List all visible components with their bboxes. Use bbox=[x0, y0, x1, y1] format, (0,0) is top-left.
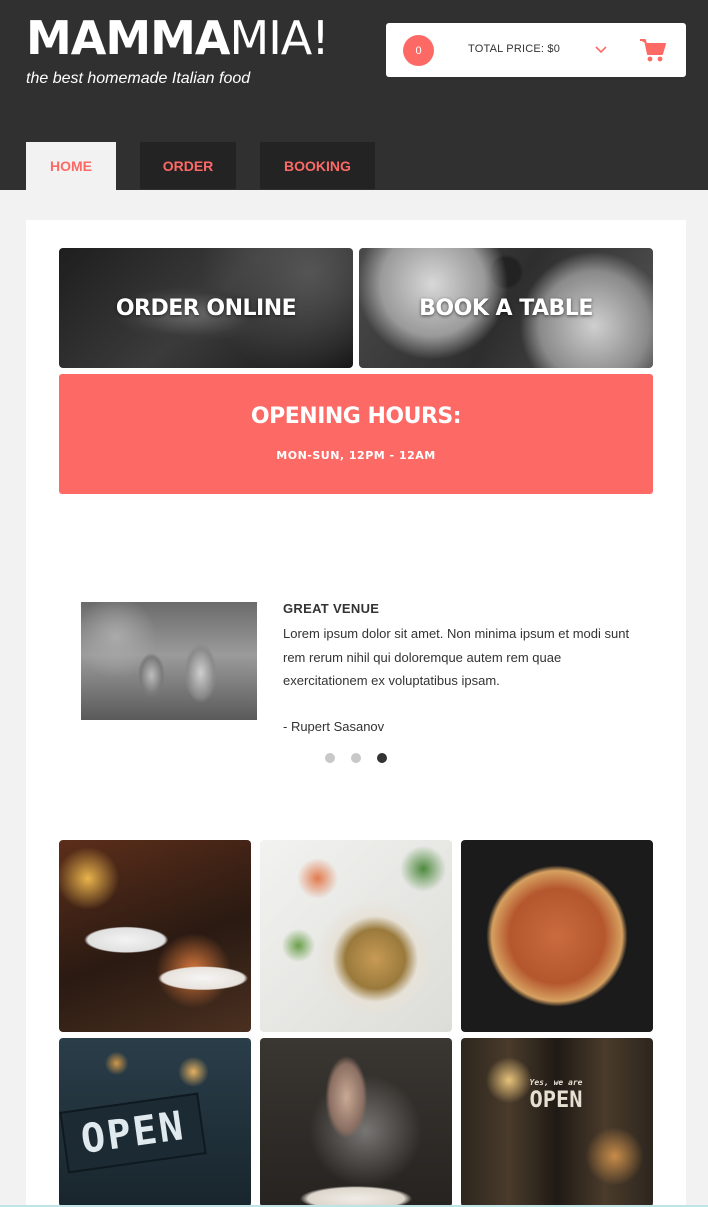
shopping-cart-icon[interactable] bbox=[638, 35, 668, 65]
gallery-image-plated-dishes[interactable] bbox=[59, 840, 251, 1032]
gallery-image-salad-bowl[interactable] bbox=[260, 840, 452, 1032]
order-online-label: ORDER ONLINE bbox=[115, 295, 297, 321]
carousel-dot-3[interactable] bbox=[377, 753, 387, 763]
open-sign-text: OPEN bbox=[59, 1092, 207, 1174]
carousel-dot-1[interactable] bbox=[325, 753, 335, 763]
tab-booking[interactable]: BOOKING bbox=[260, 142, 375, 189]
opening-hours-banner: OPENING HOURS: MON-SUN, 12PM - 12AM bbox=[59, 374, 653, 494]
testimonial-photo bbox=[81, 602, 257, 720]
door-sign-text: OPEN bbox=[529, 1088, 583, 1113]
brand-name-bold: MAMMA bbox=[26, 11, 231, 65]
gallery-image-open-sign[interactable]: OPEN bbox=[59, 1038, 251, 1207]
opening-hours-title: OPENING HOURS: bbox=[250, 404, 462, 429]
testimonial-author: - Rupert Sasanov bbox=[283, 719, 385, 734]
brand-name-light: MIA! bbox=[229, 11, 330, 65]
book-table-tile[interactable]: BOOK A TABLE bbox=[359, 248, 653, 368]
tab-order[interactable]: ORDER bbox=[140, 142, 236, 189]
cart-total-price: TOTAL PRICE: $0 bbox=[468, 43, 561, 55]
door-sign: Yes, we are OPEN bbox=[521, 1078, 591, 1158]
testimonial-text: Lorem ipsum dolor sit amet. Non minima i… bbox=[283, 626, 630, 688]
gallery-image-dough[interactable] bbox=[260, 1038, 452, 1207]
order-online-tile[interactable]: ORDER ONLINE bbox=[59, 248, 353, 368]
opening-hours-time: MON-SUN, 12PM - 12AM bbox=[276, 449, 436, 462]
testimonial-title: GREAT VENUE bbox=[283, 601, 380, 616]
cart-widget[interactable]: 0 TOTAL PRICE: $0 bbox=[386, 23, 686, 77]
door-sign-small-text: Yes, we are bbox=[529, 1078, 583, 1087]
cart-count-badge: 0 bbox=[403, 35, 434, 66]
gallery-image-door-sign[interactable]: Yes, we are OPEN bbox=[461, 1038, 653, 1207]
site-header: MAMMAMIA! the best homemade Italian food… bbox=[0, 0, 708, 190]
gallery-image-pizza[interactable] bbox=[461, 840, 653, 1032]
brand-logo[interactable]: MAMMAMIA! bbox=[26, 11, 330, 65]
carousel-dot-2[interactable] bbox=[351, 753, 361, 763]
book-table-label: BOOK A TABLE bbox=[419, 295, 593, 321]
tab-home[interactable]: HOME bbox=[26, 142, 116, 190]
brand-tagline: the best homemade Italian food bbox=[26, 70, 251, 87]
chevron-down-icon[interactable] bbox=[591, 39, 611, 59]
